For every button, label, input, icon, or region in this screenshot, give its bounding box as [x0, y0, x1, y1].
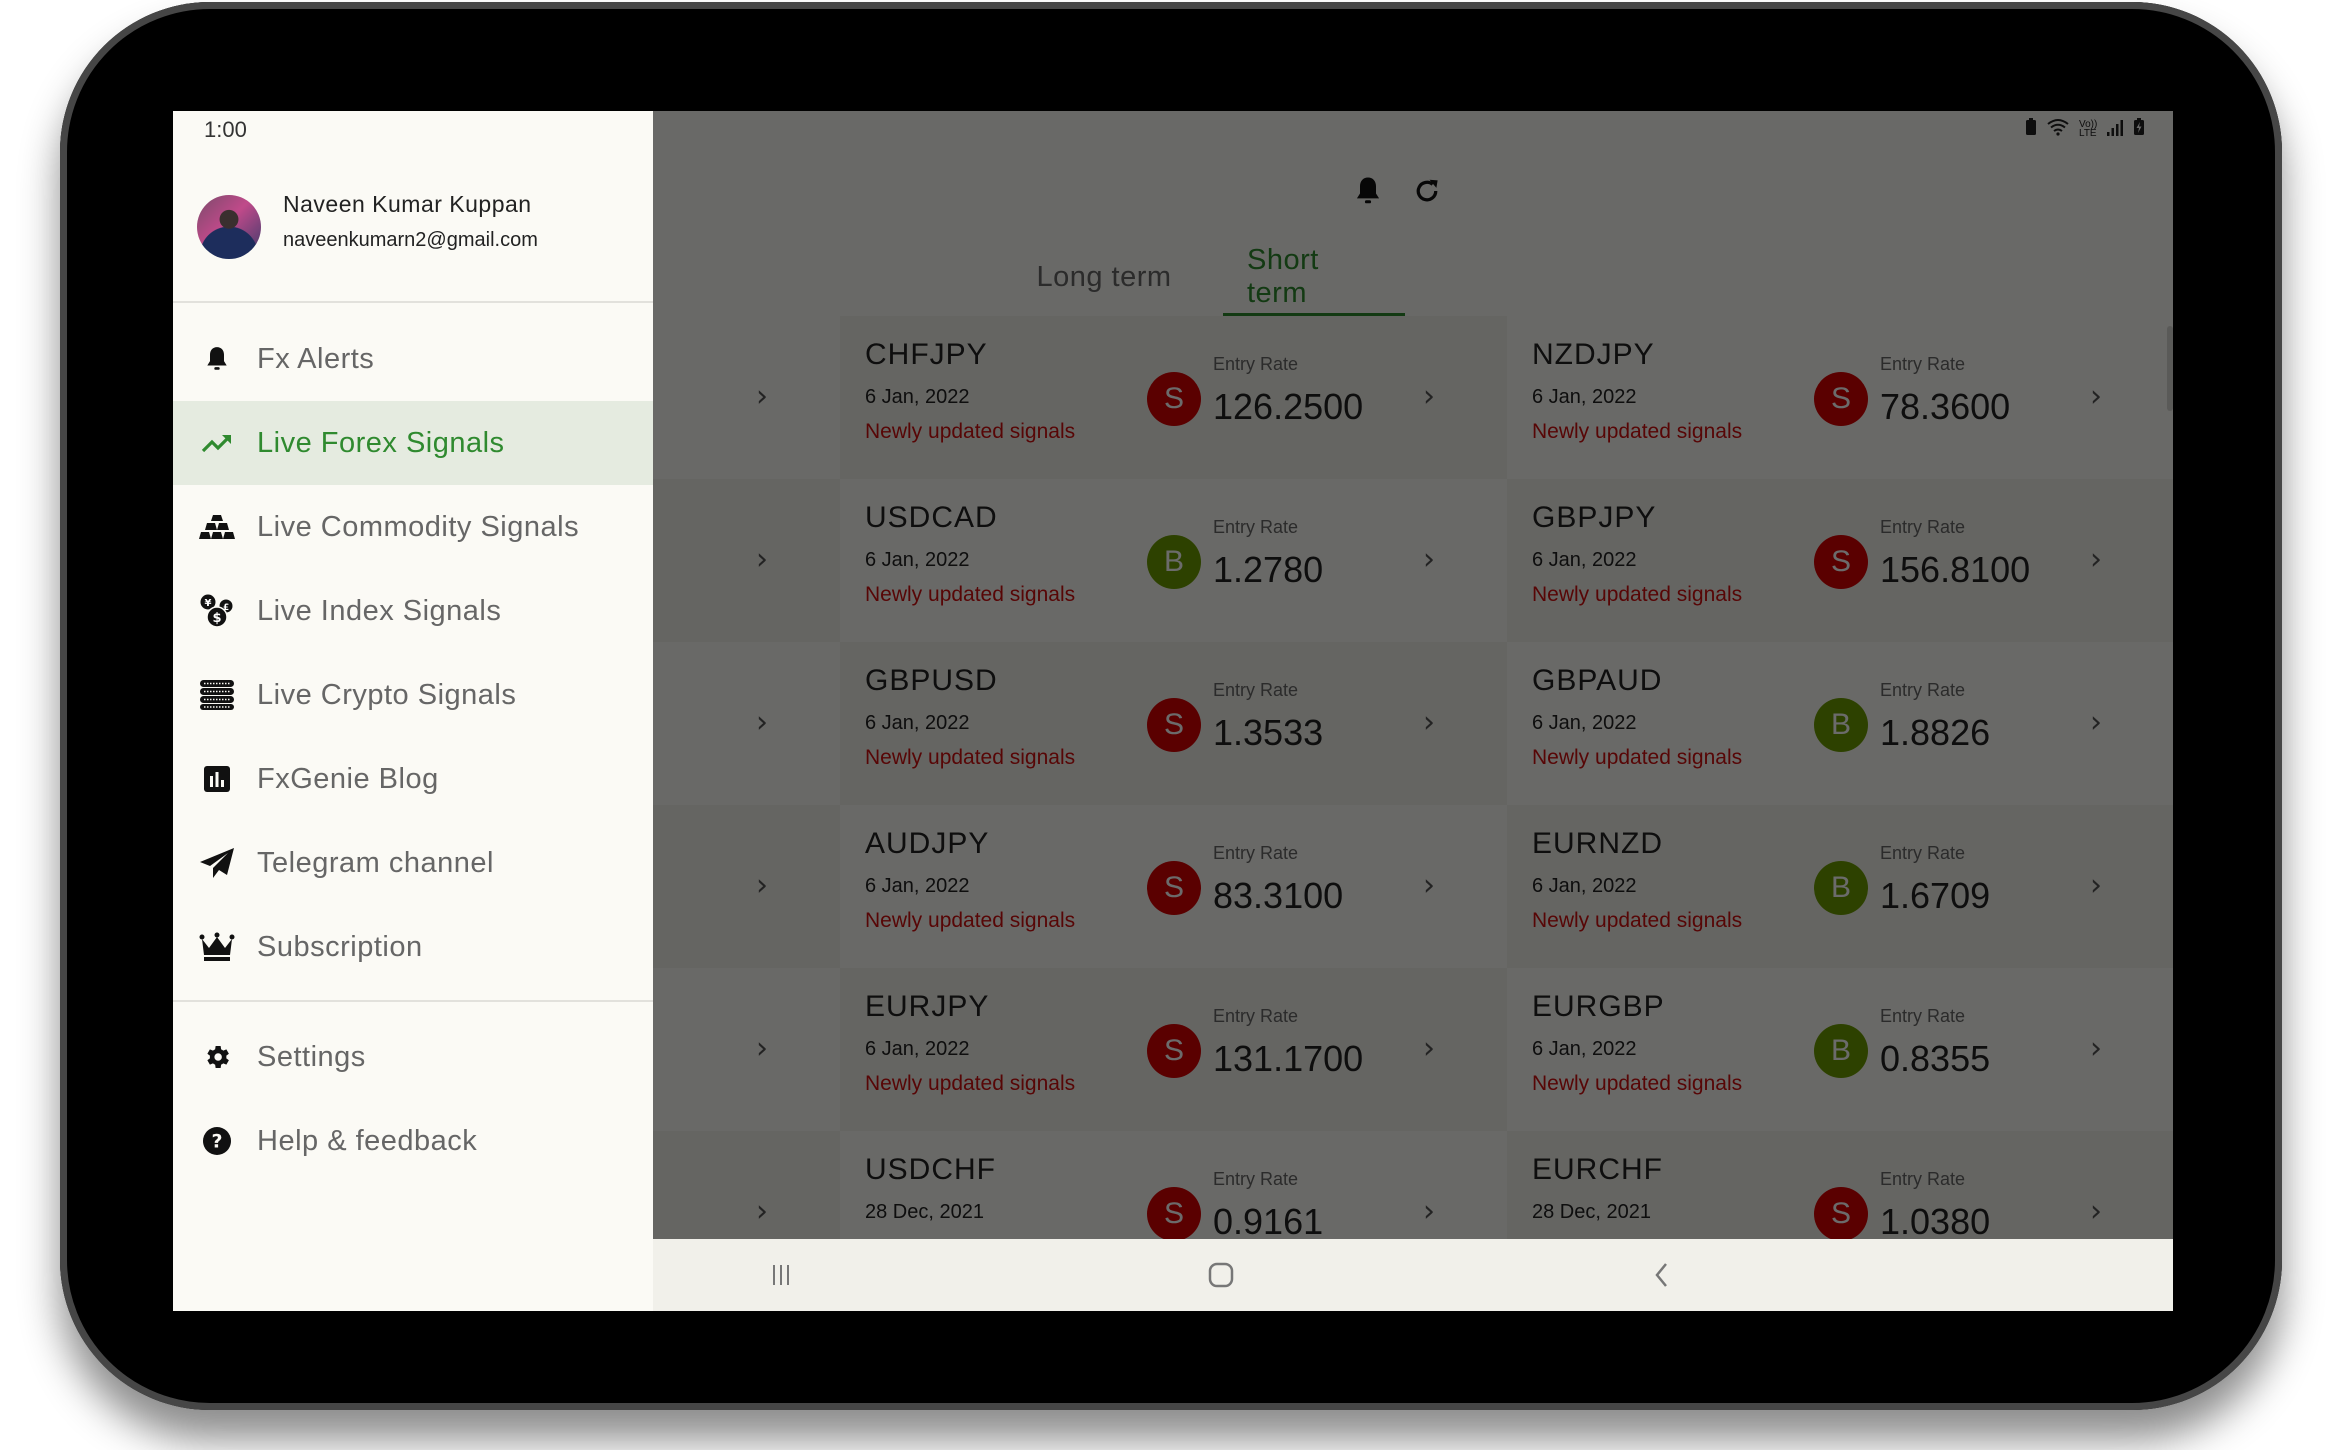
- home-icon: [1208, 1262, 1234, 1288]
- user-name: Naveen Kumar Kuppan: [283, 191, 532, 217]
- header-divider: [173, 301, 653, 303]
- bar-chart-icon: [197, 759, 237, 799]
- back-button[interactable]: [1631, 1253, 1691, 1297]
- menu-item-fxgenie-blog[interactable]: FxGenie Blog: [173, 737, 653, 821]
- menu-label: Subscription: [257, 930, 423, 963]
- menu-item-fx-alerts[interactable]: Fx Alerts: [173, 317, 653, 401]
- menu-item-live-commodity-signals[interactable]: Live Commodity Signals: [173, 485, 653, 569]
- user-avatar[interactable]: [197, 195, 261, 259]
- back-icon: [1655, 1263, 1667, 1287]
- svg-text:$: $: [212, 611, 221, 626]
- menu-item-live-index-signals[interactable]: ¥ £ $ Live Index Signals: [173, 569, 653, 653]
- menu-item-live-forex-signals[interactable]: Live Forex Signals: [173, 401, 653, 485]
- coin-stack-icon: [197, 675, 237, 715]
- menu-label: Fx Alerts: [257, 342, 375, 375]
- status-time: 1:00: [204, 117, 247, 142]
- menu-item-help-feedback[interactable]: ? Help & feedback: [173, 1099, 653, 1183]
- bell-icon: [197, 339, 237, 379]
- recent-apps-button[interactable]: [751, 1253, 811, 1297]
- navigation-drawer: 1:00 Naveen Kumar Kuppan naveenkumarn2@g…: [173, 111, 653, 1311]
- home-button[interactable]: [1191, 1253, 1251, 1297]
- menu-divider: [173, 1000, 653, 1002]
- menu-item-telegram-channel[interactable]: Telegram channel: [173, 821, 653, 905]
- telegram-send-icon: [197, 843, 237, 883]
- menu-label: Live Forex Signals: [257, 426, 505, 459]
- help-circle-icon: ?: [197, 1121, 237, 1161]
- menu-item-settings[interactable]: Settings: [173, 1015, 653, 1099]
- svg-text:¥: ¥: [205, 598, 212, 609]
- gear-icon: [197, 1037, 237, 1077]
- menu-label: Live Commodity Signals: [257, 510, 580, 543]
- tablet-frame: Vo)) LTE Long term Short term ›00›››››CH…: [60, 2, 2282, 1410]
- currency-coins-icon: ¥ £ $: [197, 591, 237, 631]
- crown-icon: [197, 927, 237, 967]
- menu-item-live-crypto-signals[interactable]: Live Crypto Signals: [173, 653, 653, 737]
- menu-item-subscription[interactable]: Subscription: [173, 905, 653, 989]
- menu-label: Live Index Signals: [257, 594, 502, 627]
- menu-label: Settings: [257, 1040, 366, 1073]
- menu-label: Help & feedback: [257, 1124, 478, 1157]
- recent-apps-icon: [773, 1265, 789, 1285]
- trending-up-icon: [197, 423, 237, 463]
- user-email: naveenkumarn2@gmail.com: [283, 229, 538, 251]
- menu-label: Live Crypto Signals: [257, 678, 517, 711]
- svg-text:?: ?: [211, 1131, 222, 1153]
- menu-label: FxGenie Blog: [257, 762, 439, 795]
- menu-label: Telegram channel: [257, 846, 494, 879]
- gold-bars-icon: [197, 507, 237, 547]
- screen: Vo)) LTE Long term Short term ›00›››››CH…: [173, 111, 2173, 1311]
